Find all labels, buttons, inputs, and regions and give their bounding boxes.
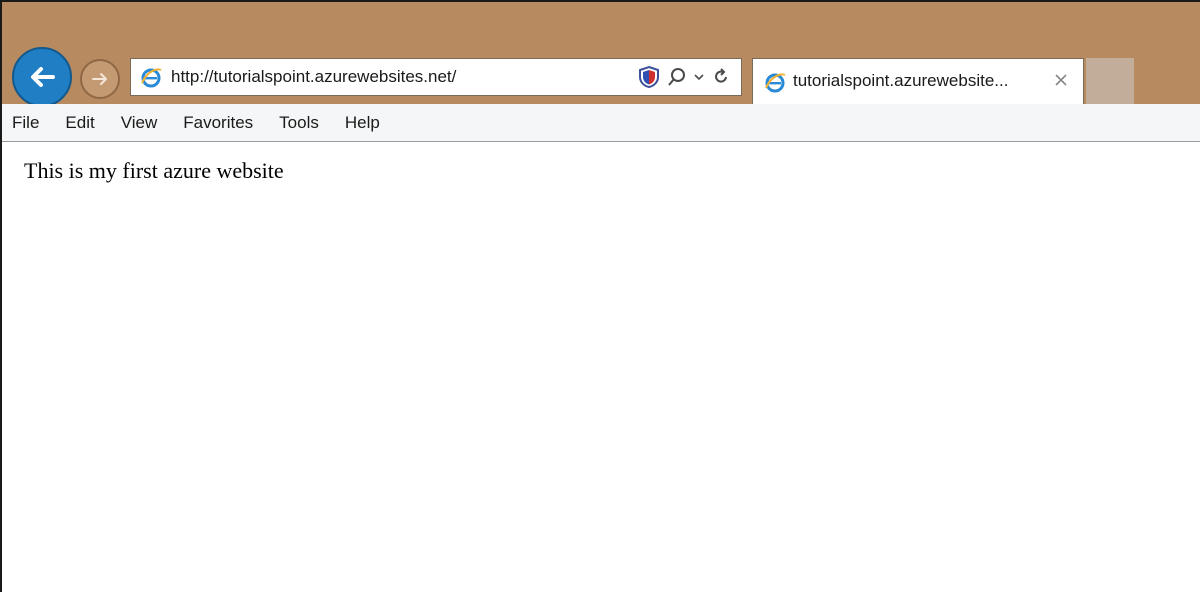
menu-bar: File Edit View Favorites Tools Help [2, 104, 1200, 142]
page-body-text: This is my first azure website [24, 158, 284, 183]
forward-button[interactable] [80, 59, 120, 99]
back-arrow-icon [31, 67, 55, 87]
address-bar[interactable]: http://tutorialspoint.azurewebsites.net/ [130, 58, 742, 96]
new-tab-button[interactable] [1086, 58, 1134, 104]
menu-tools[interactable]: Tools [266, 113, 332, 133]
forward-arrow-icon [92, 73, 107, 85]
menu-help[interactable]: Help [332, 113, 393, 133]
refresh-icon[interactable] [711, 67, 731, 87]
browser-tab-active[interactable]: tutorialspoint.azurewebsite... [752, 58, 1084, 104]
address-url[interactable]: http://tutorialspoint.azurewebsites.net/ [171, 67, 456, 87]
close-tab-button[interactable] [1051, 70, 1071, 90]
chevron-down-icon[interactable] [693, 71, 705, 83]
internet-explorer-icon [141, 68, 162, 88]
tab-title: tutorialspoint.azurewebsite... [793, 71, 1009, 90]
shield-icon[interactable] [637, 65, 661, 89]
menu-view[interactable]: View [108, 113, 171, 133]
browser-window: http://tutorialspoint.azurewebsites.net/ [0, 0, 1200, 592]
menu-file[interactable]: File [2, 113, 52, 133]
menu-edit[interactable]: Edit [52, 113, 107, 133]
browser-titlebar: http://tutorialspoint.azurewebsites.net/ [2, 2, 1200, 107]
search-icon[interactable] [667, 67, 687, 87]
internet-explorer-icon [765, 73, 786, 93]
address-tools [637, 65, 731, 89]
back-button[interactable] [12, 47, 72, 107]
close-icon [1055, 74, 1067, 86]
menu-favorites[interactable]: Favorites [170, 113, 266, 133]
